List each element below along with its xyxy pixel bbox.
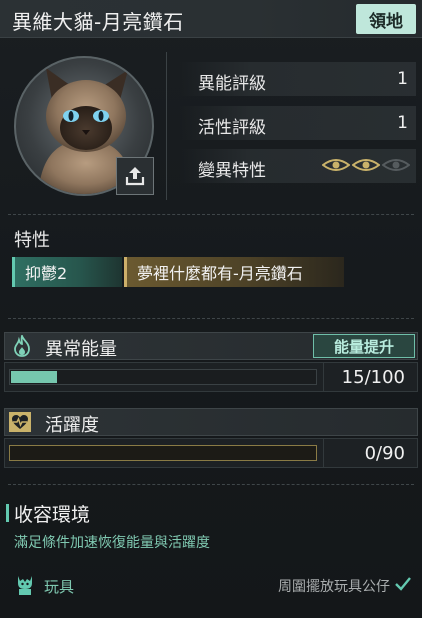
activity-header: 活躍度 <box>4 408 418 436</box>
stat-label: 異能評級 <box>198 74 266 94</box>
energy-progress-bar <box>9 369 317 385</box>
stat-ability-rating: 異能評級 1 <box>180 62 416 96</box>
stat-mutation: 變異特性 <box>180 149 416 183</box>
upload-icon <box>125 167 145 186</box>
section-divider <box>8 318 414 319</box>
stat-activity-rating: 活性評級 1 <box>180 106 416 140</box>
flame-icon <box>7 334 37 358</box>
energy-bar-row: 15/100 <box>4 362 418 392</box>
upload-button[interactable] <box>116 157 154 195</box>
eye-icon <box>352 159 380 171</box>
energy-value: 15/100 <box>341 367 405 388</box>
territory-button[interactable]: 領地 <box>356 4 416 34</box>
panel-header: 異維大貓-月亮鑽石 領地 <box>0 0 422 38</box>
stat-label: 活性評級 <box>198 118 266 138</box>
energy-title: 異常能量 <box>45 339 117 360</box>
stat-value: 1 <box>397 69 408 89</box>
section-marker <box>6 504 9 522</box>
toy-condition-row: 玩具 周圍擺放玩具公仔 <box>14 572 414 600</box>
activity-value: 0/90 <box>364 443 405 464</box>
traits-heading: 特性 <box>14 230 50 251</box>
stat-label: 變異特性 <box>198 161 266 181</box>
divider <box>323 363 324 391</box>
stat-value: 1 <box>397 113 408 133</box>
energy-progress-fill <box>11 371 57 383</box>
toy-status: 周圍擺放玩具公仔 <box>278 579 390 595</box>
activity-bar-row: 0/90 <box>4 438 418 468</box>
toy-label: 玩具 <box>44 578 75 596</box>
trait-tag-depression[interactable]: 抑鬱2 <box>12 257 122 287</box>
eye-icon <box>322 159 350 171</box>
creature-panel: 異維大貓-月亮鑽石 領地 異能評級 1 活性評級 1 變異特性 特性 抑鬱2 夢… <box>0 0 422 618</box>
divider <box>323 439 324 467</box>
section-divider <box>8 214 414 215</box>
check-icon <box>395 577 411 591</box>
divider <box>166 52 167 200</box>
energy-boost-button[interactable]: 能量提升 <box>313 334 415 358</box>
activity-title: 活躍度 <box>45 415 99 436</box>
containment-title: 收容環境 <box>14 504 91 526</box>
toy-icon <box>18 576 32 595</box>
section-divider <box>8 484 414 485</box>
trait-tag-moon-diamond[interactable]: 夢裡什麼都有-月亮鑽石 <box>124 257 344 287</box>
eye-icon <box>382 159 410 171</box>
heart-pulse-icon <box>9 412 31 432</box>
containment-description: 滿足條件加速恢復能量與活躍度 <box>14 535 210 551</box>
energy-header: 異常能量 能量提升 <box>4 332 418 360</box>
creature-name: 異維大貓-月亮鑽石 <box>12 10 184 34</box>
mutation-indicators <box>322 158 410 172</box>
activity-progress-bar <box>9 445 317 461</box>
